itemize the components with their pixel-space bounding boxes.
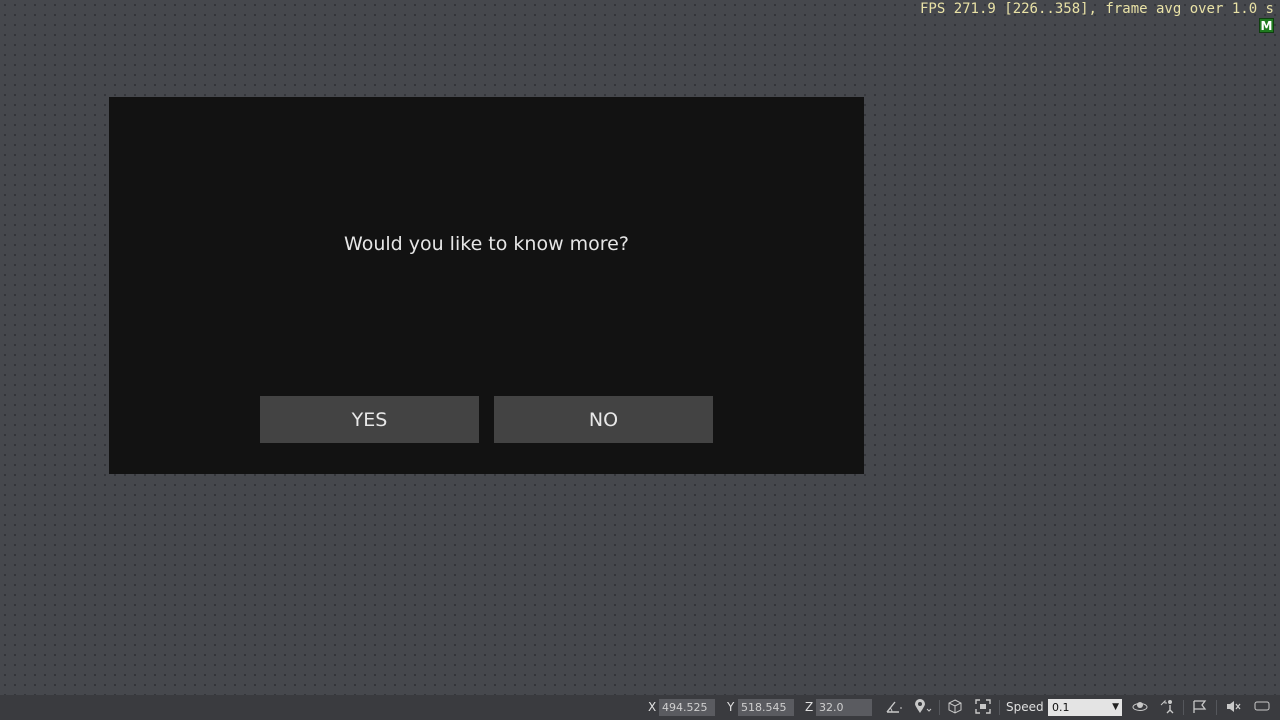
- separator: [939, 700, 940, 715]
- separator: [1183, 700, 1184, 715]
- speed-value: 0.1: [1052, 701, 1070, 714]
- mute-icon[interactable]: [1224, 699, 1244, 716]
- speed-label: Speed: [1006, 700, 1044, 714]
- separator: [999, 700, 1000, 715]
- status-bar: X 494.525 Y 518.545 Z 32.0 Speed 0.1 ▼: [0, 695, 1280, 720]
- z-coordinate-field[interactable]: 32.0: [816, 699, 872, 716]
- fps-counter: FPS 271.9 [226..358], frame avg over 1.0…: [919, 1, 1274, 17]
- orbit-icon[interactable]: [1130, 699, 1150, 716]
- flag-icon[interactable]: [1190, 699, 1210, 716]
- chevron-down-icon: ▼: [1112, 702, 1119, 712]
- z-label: Z: [805, 700, 814, 714]
- chat-icon[interactable]: [1252, 699, 1272, 716]
- fit-view-icon[interactable]: [974, 699, 992, 716]
- y-coordinate-field[interactable]: 518.545: [738, 699, 794, 716]
- location-pin-icon[interactable]: [912, 699, 934, 716]
- speed-select[interactable]: 0.1 ▼: [1048, 699, 1122, 716]
- x-coordinate-field[interactable]: 494.525: [659, 699, 715, 716]
- move-agent-icon[interactable]: [1158, 699, 1178, 716]
- dialog-prompt: Would you like to know more?: [344, 233, 629, 255]
- confirm-dialog: Would you like to know more? YES NO: [109, 97, 864, 474]
- mode-badge: M: [1259, 18, 1274, 33]
- cube-icon[interactable]: [946, 699, 964, 716]
- yes-button[interactable]: YES: [260, 396, 479, 443]
- x-label: X: [648, 700, 657, 714]
- no-button[interactable]: NO: [494, 396, 713, 443]
- angle-tool-icon[interactable]: [884, 699, 904, 716]
- separator: [1216, 700, 1217, 715]
- y-label: Y: [727, 700, 735, 714]
